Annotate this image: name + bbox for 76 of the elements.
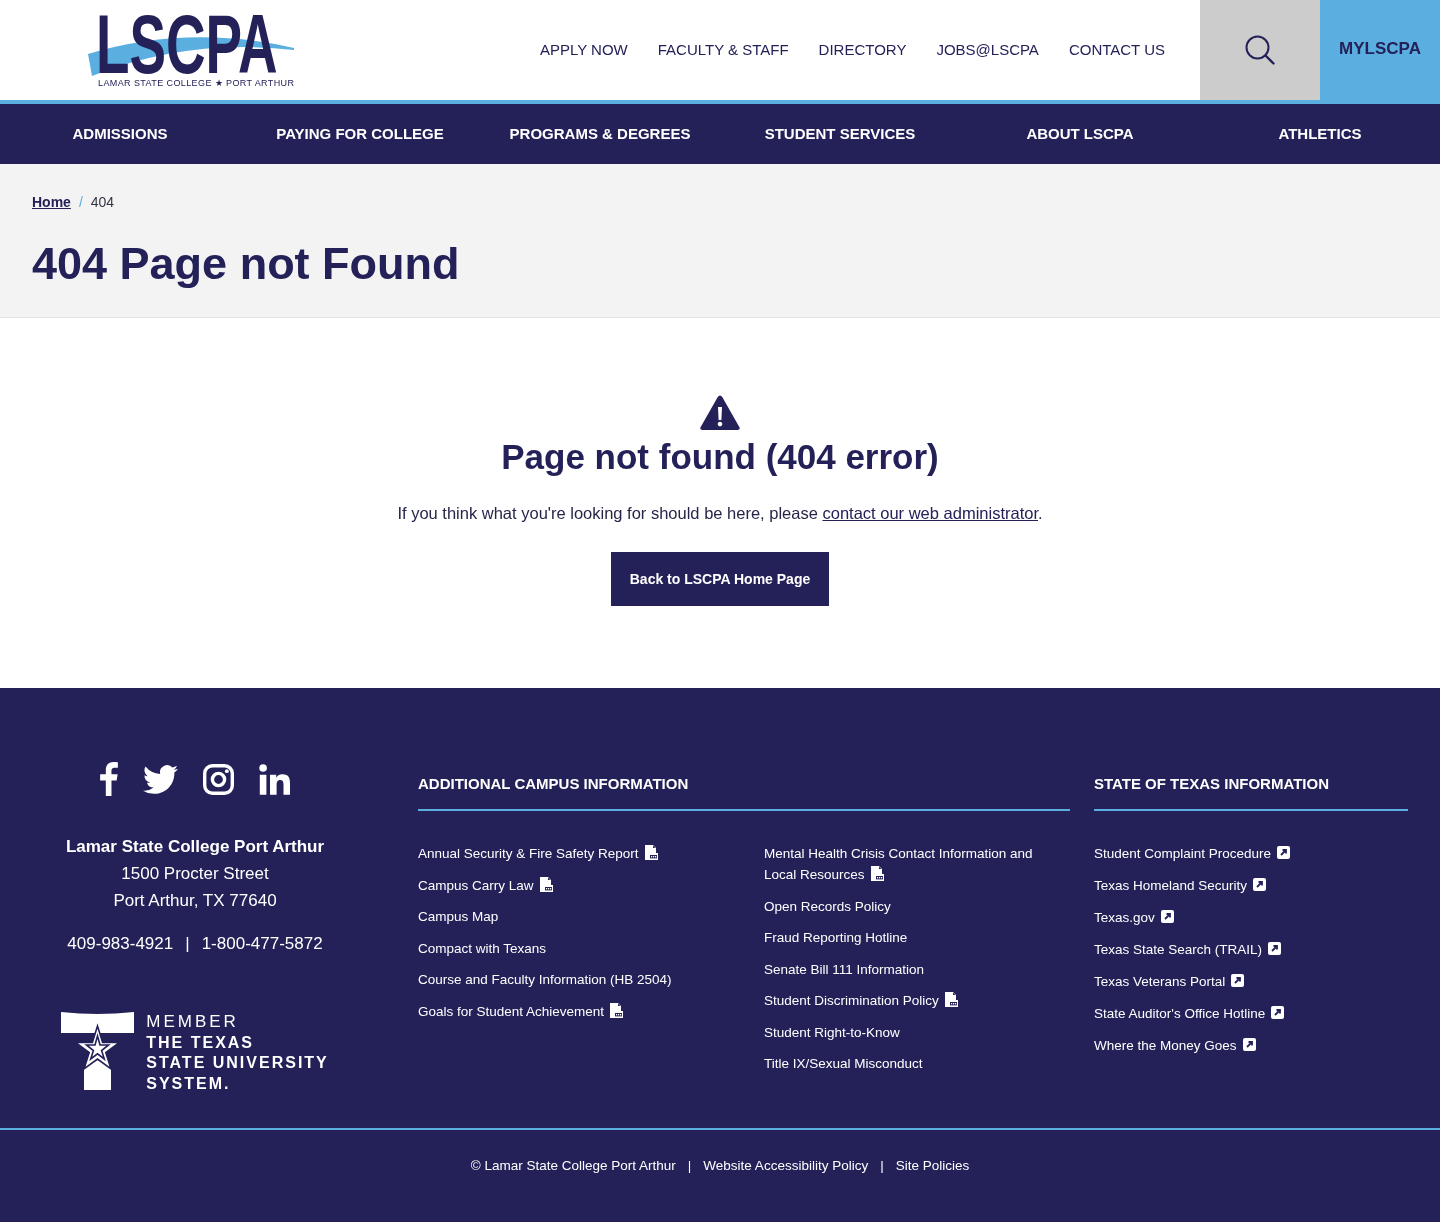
external-link-icon [1242, 1038, 1256, 1051]
utility-link[interactable]: DIRECTORY [818, 38, 907, 62]
external-link-icon [1253, 878, 1267, 891]
address-line: Port Arthur, TX 77640 [113, 890, 277, 912]
page-title: 404 Page not Found [32, 237, 460, 291]
main-nav-link[interactable]: ATHLETICS [1278, 122, 1362, 146]
footer-link[interactable]: Student Right-to-Know [764, 1021, 900, 1043]
legal-separator: | [880, 1157, 884, 1175]
footer-link[interactable]: Campus Carry Law [418, 874, 553, 896]
footer-link[interactable]: Student Complaint Procedure [1094, 843, 1291, 864]
external-link-icon [1277, 846, 1291, 859]
phone-link[interactable]: 1-800-477-5872 [201, 930, 323, 957]
footer-link[interactable]: Fraud Reporting Hotline [764, 927, 908, 948]
main-nav-link[interactable]: ADMISSIONS [72, 122, 168, 146]
footer-link[interactable]: Goals for Student Achievement [418, 1000, 624, 1022]
external-link-icon [1268, 942, 1282, 955]
phone-link[interactable]: 409-983-4921 [67, 930, 174, 957]
external-link-icon [1231, 974, 1245, 987]
pdf-file-icon [644, 845, 658, 860]
external-link-icon [1271, 1006, 1285, 1019]
linkedin-icon[interactable] [259, 763, 290, 795]
college-name: Lamar State College Port Arthur [65, 836, 325, 858]
error-message: If you think what you're looking for should be here, please contact our web administrator. [397, 503, 1043, 524]
pdf-file-icon [870, 866, 884, 881]
phone-separator: | [185, 933, 190, 955]
footer-link[interactable]: Texas Homeland Security [1094, 875, 1267, 896]
admin-contact-link[interactable]: contact our web administrator [822, 504, 1038, 522]
footer-link[interactable]: Open Records Policy [764, 895, 891, 917]
footer-link[interactable]: Student Discrimination Policy [764, 990, 958, 1011]
error-heading: Page not found (404 error) [501, 436, 939, 478]
footer-link[interactable]: Texas Veterans Portal [1094, 971, 1245, 992]
footer-link[interactable]: Course and Faculty Information (HB 2504) [418, 969, 672, 990]
external-link-icon [1160, 910, 1174, 923]
legal-link[interactable]: Site Policies [895, 1156, 970, 1176]
footer-link[interactable]: Senate Bill 111 Information [764, 958, 925, 980]
instagram-icon[interactable] [203, 763, 234, 795]
pdf-file-icon [610, 1002, 624, 1018]
breadcrumb-current: 404 [90, 192, 115, 212]
search-icon [1245, 35, 1275, 65]
utility-link[interactable]: APPLY NOW [539, 38, 628, 62]
utility-link[interactable]: CONTACT US [1068, 38, 1165, 62]
main-nav-link[interactable]: STUDENT SERVICES [764, 122, 916, 146]
section-heading: ADDITIONAL CAMPUS INFORMATION [418, 774, 689, 794]
warning-icon [700, 395, 740, 431]
main-nav-link[interactable]: PROGRAMS & DEGREES [509, 122, 691, 146]
footer-link[interactable]: Texas State Search (TRAIL) [1094, 939, 1282, 960]
badge-caption: MEMBER [146, 1012, 240, 1033]
breadcrumb-separator: / [78, 192, 83, 212]
breadcrumb-link[interactable]: Home [32, 191, 71, 213]
facebook-icon[interactable] [100, 762, 118, 796]
footer-link[interactable]: Title IX/Sexual Misconduct [764, 1053, 923, 1074]
footer-link[interactable]: State Auditor's Office Hotline [1094, 1003, 1285, 1024]
home-page-button[interactable]: Back to LSCPA Home Page [611, 552, 829, 606]
star-emblem-icon [61, 1012, 135, 1090]
section-heading: STATE OF TEXAS INFORMATION [1094, 774, 1329, 794]
utility-link[interactable]: FACULTY & STAFF [657, 38, 789, 62]
copyright-text: © Lamar State College Port Arthur [470, 1157, 676, 1175]
footer-link[interactable]: Annual Security & Fire Safety Report [418, 843, 658, 864]
footer-link[interactable]: Where the Money Goes [1094, 1035, 1256, 1056]
main-nav-link[interactable]: PAYING FOR COLLEGE [276, 122, 444, 146]
footer-link[interactable]: Compact with Texans [418, 937, 547, 959]
legal-separator: | [687, 1157, 692, 1175]
legal-link[interactable]: Website Accessibility Policy [703, 1156, 869, 1176]
footer-link[interactable]: Campus Map [418, 906, 499, 927]
main-nav-link[interactable]: ABOUT LSCPA [1026, 122, 1134, 146]
badge-name-line: STATE UNIVERSITY [146, 1053, 329, 1073]
pdf-file-icon [944, 992, 958, 1007]
twitter-bird-icon[interactable] [143, 764, 178, 794]
address-line: 1500 Procter Street [121, 863, 269, 885]
footer-link[interactable]: Mental Health Crisis Contact Information and Local Resources [764, 843, 1054, 885]
badge-name-line: SYSTEM. [146, 1073, 232, 1094]
footer-link[interactable]: Texas.gov [1094, 907, 1174, 928]
utility-link[interactable]: JOBS@LSCPA [936, 38, 1039, 62]
pdf-file-icon [539, 876, 553, 892]
portal-button[interactable]: MYLSCPA [1320, 0, 1440, 104]
badge-name-line: THE TEXAS [146, 1032, 256, 1053]
